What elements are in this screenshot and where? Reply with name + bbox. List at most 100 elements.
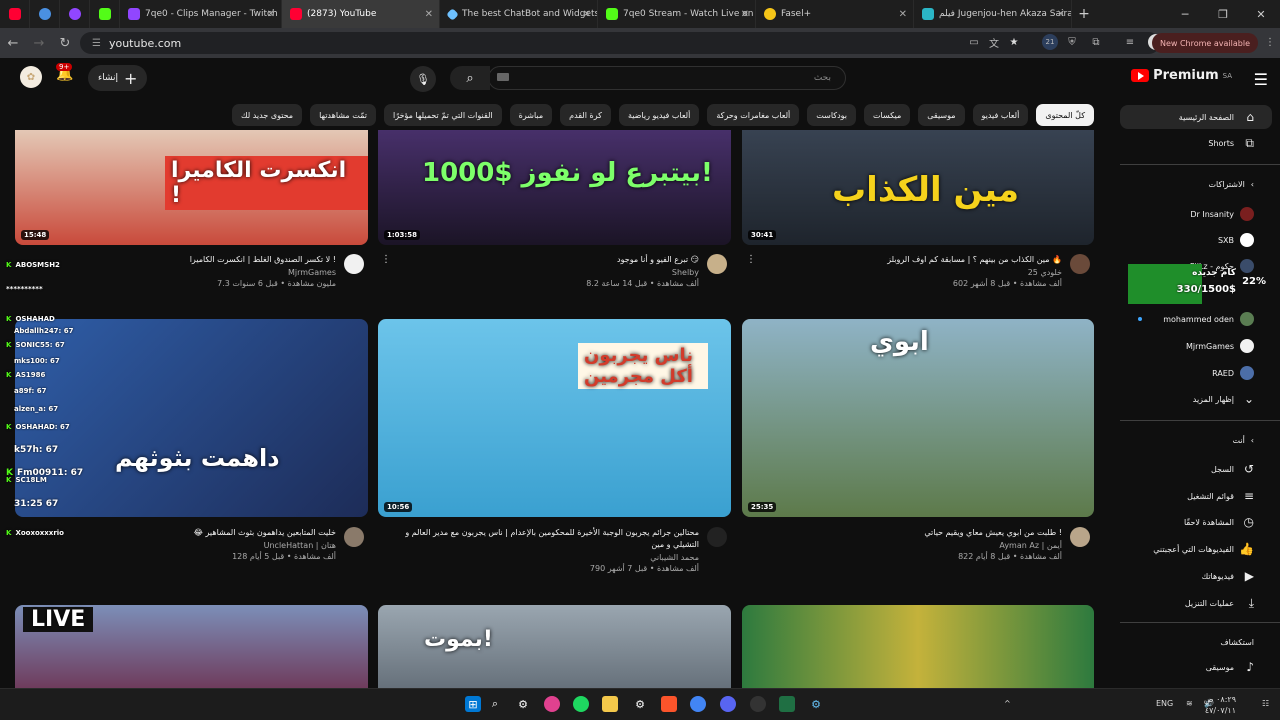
- discord-icon[interactable]: [720, 696, 736, 712]
- translate-icon[interactable]: 文: [986, 34, 1002, 50]
- video-title[interactable]: طلبت من ابوي يعيش معاي ويقيم حياتي !: [760, 527, 1062, 539]
- close-icon[interactable]: ✕: [425, 9, 433, 20]
- chip-music[interactable]: موسيقى: [918, 104, 965, 126]
- chrome-icon[interactable]: [690, 696, 706, 712]
- sidebar-item-shorts[interactable]: ⧉ Shorts: [1120, 131, 1280, 155]
- avatar[interactable]: ✿: [20, 66, 42, 88]
- more-options-icon[interactable]: ⋮: [746, 254, 756, 265]
- video-title[interactable]: محتالين جرائم يجربون الوجبة الأخيرة للمح…: [396, 527, 699, 551]
- chip-podcasts[interactable]: بودكاست: [807, 104, 857, 126]
- chip-action-adventure[interactable]: ألعاب مغامرات وحركة: [707, 104, 800, 126]
- chip-recently-uploaded[interactable]: القنوات التي تمّ تحميلها مؤخرًا: [383, 104, 502, 126]
- channel-name[interactable]: Shelby: [396, 268, 699, 277]
- chip-all[interactable]: كلّ المحتوى: [1036, 104, 1094, 126]
- video-thumbnail[interactable]: بموت!: [378, 605, 731, 688]
- subscriptions-header[interactable]: الاشتراكات ‹: [1208, 180, 1254, 189]
- channel-avatar[interactable]: [344, 254, 364, 274]
- puzzle-icon[interactable]: ⧉: [1088, 34, 1104, 50]
- steam-icon[interactable]: ⚙: [808, 696, 824, 712]
- channel-name[interactable]: MjrmGames: [110, 268, 336, 277]
- folder-icon[interactable]: [602, 696, 618, 712]
- sidebar-item-watch-later[interactable]: ◷ المشاهدة لاحقًا: [1120, 510, 1280, 534]
- close-icon[interactable]: ✕: [267, 9, 275, 20]
- channel-avatar[interactable]: [707, 527, 727, 547]
- sidebar-show-more[interactable]: ⌄ إظهار المزيد: [1120, 387, 1280, 411]
- channel-name[interactable]: محمد الشيباني: [396, 553, 699, 562]
- maximize-icon[interactable]: ❐: [1204, 0, 1242, 28]
- tray-chevron-icon[interactable]: ^: [1004, 699, 1011, 708]
- close-icon[interactable]: ✕: [741, 9, 749, 20]
- video-thumbnail[interactable]: انكسرت الكاميرا ! 15:48: [15, 130, 368, 245]
- sidebar-sub-mohammed-oden[interactable]: mohammed oden: [1120, 307, 1280, 331]
- sidebar-item-your-videos[interactable]: ▶ فيديوهاتك: [1120, 564, 1280, 588]
- channel-avatar[interactable]: [1070, 527, 1090, 547]
- settings-icon[interactable]: ⚙: [515, 696, 531, 712]
- app-icon[interactable]: [544, 696, 560, 712]
- youtube-logo[interactable]: Premium SA: [1131, 68, 1232, 83]
- minimize-icon[interactable]: ─: [1166, 0, 1204, 28]
- video-title[interactable]: لا تكسر الصندوق الغلط | انكسرت الكاميرا …: [110, 254, 336, 266]
- sidebar-item-home[interactable]: ⌂ الصفحة الرئيسية: [1120, 105, 1272, 129]
- channel-avatar[interactable]: [707, 254, 727, 274]
- tab-clips-manager[interactable]: 7qe0 - Clips Manager - Twitch ✕: [120, 0, 282, 28]
- chip-video-games[interactable]: ألعاب فيديو: [972, 104, 1029, 126]
- brave-icon[interactable]: [661, 696, 677, 712]
- video-title[interactable]: تبرع الفيو و أنا موجود 😏: [396, 254, 699, 266]
- sidebar-item-music[interactable]: ♪ موسيقى: [1120, 655, 1280, 679]
- video-title[interactable]: مين الكذاب من بينهم ؟ | مسابقة كم اوف ال…: [760, 254, 1062, 266]
- close-window-icon[interactable]: ✕: [1242, 0, 1280, 28]
- spotify-icon[interactable]: [573, 696, 589, 712]
- menu-icon[interactable]: ☰: [1254, 70, 1268, 89]
- video-thumbnail[interactable]: LIVE: [15, 605, 368, 688]
- chip-new-to-you[interactable]: محتوى جديد لك: [231, 104, 303, 126]
- tab-fasel[interactable]: Fasel+ ✕: [756, 0, 914, 28]
- close-icon[interactable]: ✕: [899, 9, 907, 20]
- extension-badge-icon[interactable]: 21: [1042, 34, 1058, 50]
- sidebar-sub-dr-insanity[interactable]: Dr Insanity: [1120, 202, 1280, 226]
- search-button[interactable]: ⌕: [450, 66, 490, 90]
- tab-pinned-2[interactable]: [30, 0, 60, 28]
- chrome-menu-icon[interactable]: ⋮: [1262, 34, 1278, 50]
- sidebar-item-downloads[interactable]: ⤓ عمليات التنزيل: [1120, 591, 1280, 615]
- app-icon[interactable]: [779, 696, 795, 712]
- channel-name[interactable]: Ayman Az | أيمن: [760, 541, 1062, 550]
- obs-icon[interactable]: [750, 696, 766, 712]
- language-indicator[interactable]: ENG: [1156, 699, 1173, 708]
- more-options-icon[interactable]: ⋮: [381, 254, 391, 265]
- search-icon[interactable]: ⌕: [487, 696, 503, 712]
- channel-name[interactable]: خلودي 25: [760, 268, 1062, 277]
- new-chrome-available-button[interactable]: New Chrome available: [1151, 33, 1258, 53]
- clock[interactable]: ٠٨:٢٩ ص ٤٧/٠٧/١١: [1204, 694, 1236, 716]
- notifications-button[interactable]: 🔔 9+: [56, 63, 73, 82]
- back-icon[interactable]: ←: [0, 36, 26, 51]
- sidebar-sub-sxb[interactable]: SXB: [1120, 228, 1280, 252]
- create-button[interactable]: إنشاء +: [88, 65, 148, 91]
- video-thumbnail[interactable]: 1000$ بيتبرع لو نفوز! 1:03:58: [378, 130, 731, 245]
- reload-icon[interactable]: ↻: [52, 36, 78, 51]
- video-thumbnail[interactable]: مين الكذاب 30:41: [742, 130, 1094, 245]
- tab-youtube-pinned[interactable]: [0, 0, 30, 28]
- video-title[interactable]: 😂 خليت المتابعين يداهمون بثوث المشاهير: [110, 527, 336, 539]
- sidebar-sub-raed[interactable]: RAED: [1120, 361, 1280, 385]
- sidebar-sub-mjrmgames[interactable]: MjrmGames: [1120, 334, 1280, 358]
- tab-chatbot[interactable]: The best ChatBot and Widgets ✕: [440, 0, 598, 28]
- site-info-icon[interactable]: ☰: [92, 38, 101, 49]
- keyboard-icon[interactable]: [497, 73, 509, 81]
- shield-icon[interactable]: ⛨: [1064, 34, 1080, 50]
- video-thumbnail[interactable]: ناس يجربون أكل مجرمين 10:56: [378, 319, 731, 517]
- search-input[interactable]: بحث: [488, 66, 846, 90]
- channel-name[interactable]: UncleHattan | هتان: [110, 541, 336, 550]
- channel-avatar[interactable]: [1070, 254, 1090, 274]
- video-thumbnail[interactable]: [742, 605, 1094, 688]
- chip-sports-games[interactable]: ألعاب فيديو رياضية: [618, 104, 700, 126]
- forward-icon[interactable]: →: [26, 36, 52, 51]
- chip-football[interactable]: كرة القدم: [560, 104, 611, 126]
- chip-live[interactable]: مباشرة: [509, 104, 553, 126]
- tab-twitch-pinned[interactable]: [60, 0, 90, 28]
- wifi-icon[interactable]: ≋: [1186, 699, 1193, 708]
- tab-movie[interactable]: فيلم Jugenjou-hen Akaza Sairai ✕: [914, 0, 1072, 28]
- sidebar-item-playlists[interactable]: ≡ قوائم التشغيل: [1120, 484, 1280, 508]
- tab-kick[interactable]: 7qe0 Stream - Watch Live on Kick✕: [598, 0, 756, 28]
- voice-search-button[interactable]: 🎙: [410, 66, 436, 92]
- sidebar-item-liked[interactable]: 👍 الفيديوهات التي أعجبتني: [1120, 537, 1280, 561]
